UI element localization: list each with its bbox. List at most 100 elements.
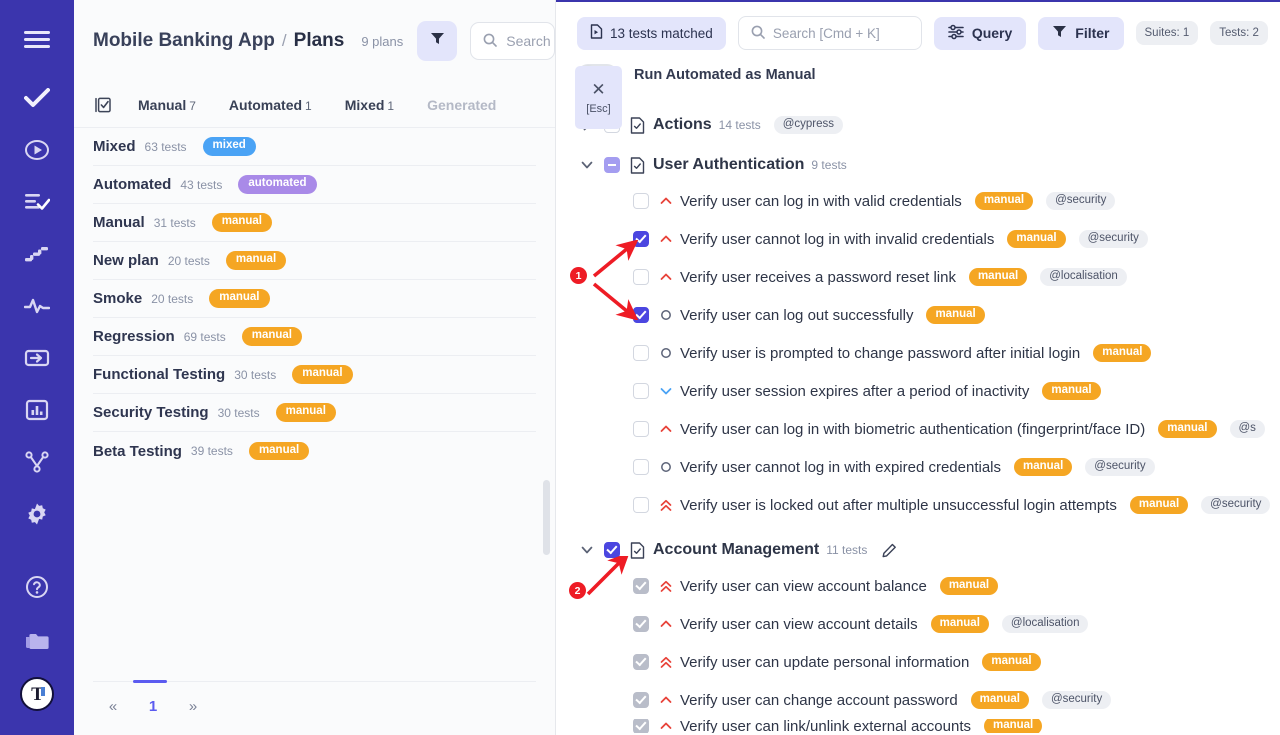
menu-icon[interactable] — [19, 22, 55, 58]
tab-automated[interactable]: Automated1 — [229, 97, 312, 113]
pagination-next[interactable]: » — [173, 698, 213, 715]
tab-manual[interactable]: Manual7 — [138, 97, 196, 113]
plan-tests-count: 31 tests — [154, 216, 196, 230]
share-nodes-icon[interactable] — [19, 444, 55, 480]
test-row[interactable]: Verify user can log out successfully man… — [577, 296, 1280, 334]
test-tag-manual: manual — [940, 577, 998, 596]
suite-test-count: 9 tests — [811, 158, 846, 172]
test-row[interactable]: Verify user session expires after a peri… — [577, 372, 1280, 410]
test-search-input[interactable]: Search [Cmd + K] — [738, 16, 922, 50]
brand-logo[interactable]: T — [20, 677, 54, 711]
plan-name: Smoke — [93, 290, 142, 307]
test-checkbox[interactable] — [633, 231, 649, 247]
gear-icon[interactable] — [19, 496, 55, 532]
run-automated-row: Run Automated as Manual — [556, 50, 1280, 86]
plans-scrollbar[interactable] — [543, 480, 550, 555]
plan-name: Manual — [93, 214, 145, 231]
edit-pencil-icon[interactable] — [882, 543, 897, 558]
test-checkbox[interactable] — [633, 497, 649, 513]
suite-row-account-management[interactable]: Account Management 11 tests — [577, 533, 1280, 567]
suite-name: Actions — [653, 116, 712, 134]
priority-critical-icon — [658, 580, 674, 593]
test-checkbox[interactable] — [633, 383, 649, 399]
chevron-down-icon[interactable] — [577, 160, 597, 170]
test-row[interactable]: Verify user can view account balance man… — [577, 567, 1280, 605]
test-row[interactable]: Verify user cannot log in with invalid c… — [577, 220, 1280, 258]
test-row[interactable]: Verify user can change account password … — [577, 681, 1280, 719]
pagination-page-1[interactable]: 1 — [133, 698, 173, 715]
test-checkbox[interactable] — [633, 307, 649, 323]
pagination-prev[interactable]: « — [93, 698, 133, 715]
sliders-icon — [948, 24, 964, 43]
priority-critical-icon — [658, 656, 674, 669]
test-tag-manual: manual — [1130, 496, 1188, 515]
suite-file-icon — [630, 157, 645, 174]
test-tag: @security — [1079, 230, 1148, 249]
play-circle-icon[interactable] — [19, 132, 55, 168]
test-tag: @security — [1046, 192, 1115, 211]
tab-mixed[interactable]: Mixed1 — [345, 97, 394, 113]
test-checkbox[interactable] — [633, 459, 649, 475]
plans-tabbar: Manual7 Automated1 Mixed1 Generated — [74, 82, 555, 128]
test-search-placeholder: Search [Cmd + K] — [773, 26, 880, 41]
tests-matched-chip[interactable]: 13 tests matched — [577, 17, 726, 50]
test-row[interactable]: Verify user can view account details man… — [577, 605, 1280, 643]
plan-name: New plan — [93, 252, 159, 269]
test-checkbox[interactable] — [633, 654, 649, 670]
filter-icon — [1052, 24, 1067, 42]
query-button[interactable]: Query — [934, 17, 1026, 50]
suite-row-user-authentication[interactable]: User Authentication 9 tests — [577, 148, 1280, 182]
test-row[interactable]: Verify user can log in with valid creden… — [577, 182, 1280, 220]
chevron-down-icon[interactable] — [577, 545, 597, 555]
test-row[interactable]: Verify user cannot log in with expired c… — [577, 448, 1280, 486]
plan-row[interactable]: Manual 31 tests manual — [93, 204, 536, 242]
activity-icon[interactable] — [19, 288, 55, 324]
suite-row-actions[interactable]: Actions 14 tests @cypress — [577, 108, 1280, 142]
suite-checkbox-user-authentication[interactable] — [604, 157, 620, 173]
priority-high-icon — [658, 196, 674, 206]
plan-row[interactable]: Beta Testing 39 tests manual — [93, 432, 536, 470]
plans-header: Mobile Banking App / Plans 9 plans Searc… — [74, 0, 555, 82]
plan-row[interactable]: Security Testing 30 tests manual — [93, 394, 536, 432]
test-checkbox[interactable] — [633, 269, 649, 285]
test-checkbox[interactable] — [633, 345, 649, 361]
test-row[interactable]: Verify user is prompted to change passwo… — [577, 334, 1280, 372]
plan-row[interactable]: New plan 20 tests manual — [93, 242, 536, 280]
test-tag: @security — [1085, 458, 1154, 477]
test-checkbox[interactable] — [633, 719, 649, 733]
plans-search-input[interactable]: Search — [470, 22, 555, 60]
steps-icon[interactable] — [19, 236, 55, 272]
plans-filter-button[interactable] — [417, 21, 457, 61]
tab-generated[interactable]: Generated — [427, 97, 496, 113]
suite-checkbox-account-management[interactable] — [604, 542, 620, 558]
test-tag-manual: manual — [931, 615, 989, 634]
test-row[interactable]: Verify user is locked out after multiple… — [577, 486, 1280, 524]
test-row[interactable]: Verify user receives a password reset li… — [577, 258, 1280, 296]
chart-icon[interactable] — [19, 392, 55, 428]
list-check-icon[interactable] — [19, 184, 55, 220]
checklist-icon[interactable] — [94, 96, 112, 114]
plan-tests-count: 39 tests — [191, 444, 233, 458]
plan-row[interactable]: Functional Testing 30 tests manual — [93, 356, 536, 394]
import-icon[interactable] — [19, 340, 55, 376]
filter-button[interactable]: Filter — [1038, 17, 1123, 50]
help-circle-icon[interactable] — [19, 569, 55, 605]
test-row-partial[interactable]: Verify user can link/unlink external acc… — [577, 719, 1280, 733]
test-title: Verify user can change account password — [680, 692, 958, 709]
test-checkbox[interactable] — [633, 692, 649, 708]
close-panel-button[interactable]: ✕ [Esc] — [575, 66, 622, 129]
test-checkbox[interactable] — [633, 193, 649, 209]
test-checkbox[interactable] — [633, 421, 649, 437]
folder-icon[interactable] — [19, 623, 55, 659]
test-checkbox[interactable] — [633, 616, 649, 632]
plan-type-pill: manual — [209, 289, 269, 308]
plan-row[interactable]: Smoke 20 tests manual — [93, 280, 536, 318]
plan-row[interactable]: Regression 69 tests manual — [93, 318, 536, 356]
test-row[interactable]: Verify user can log in with biometric au… — [577, 410, 1280, 448]
test-row[interactable]: Verify user can update personal informat… — [577, 643, 1280, 681]
test-checkbox[interactable] — [633, 578, 649, 594]
breadcrumb-app[interactable]: Mobile Banking App — [93, 30, 275, 52]
plan-row[interactable]: Automated 43 tests automated — [93, 166, 536, 204]
plan-row[interactable]: Mixed 63 tests mixed — [93, 128, 536, 166]
check-icon[interactable] — [19, 80, 55, 116]
